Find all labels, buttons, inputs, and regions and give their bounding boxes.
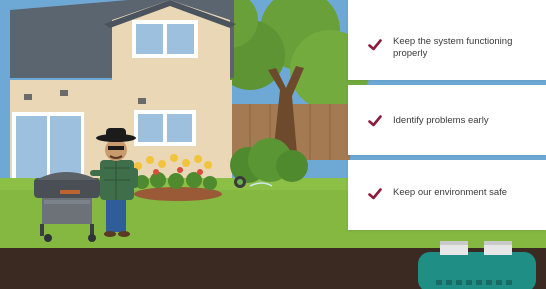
checklist-card-1: Keep the system functioning properly [348,0,546,80]
checklist-item-label: Keep the system functioning properly [393,36,513,59]
checklist-item-label: Keep our environment safe [393,187,508,198]
checkmark-icon [368,39,382,51]
upper-window [132,20,198,58]
wall-light [24,94,32,100]
checklist-card-3: Keep our environment safe [348,160,546,230]
checkmark-icon [368,115,382,127]
wall-light [138,98,146,104]
wall-light [60,90,68,96]
lower-window [134,110,196,146]
checkmark-icon [368,188,382,200]
checklist-card-2: Identify problems early [348,85,546,155]
checklist-item-label: Identify problems early [393,115,489,126]
